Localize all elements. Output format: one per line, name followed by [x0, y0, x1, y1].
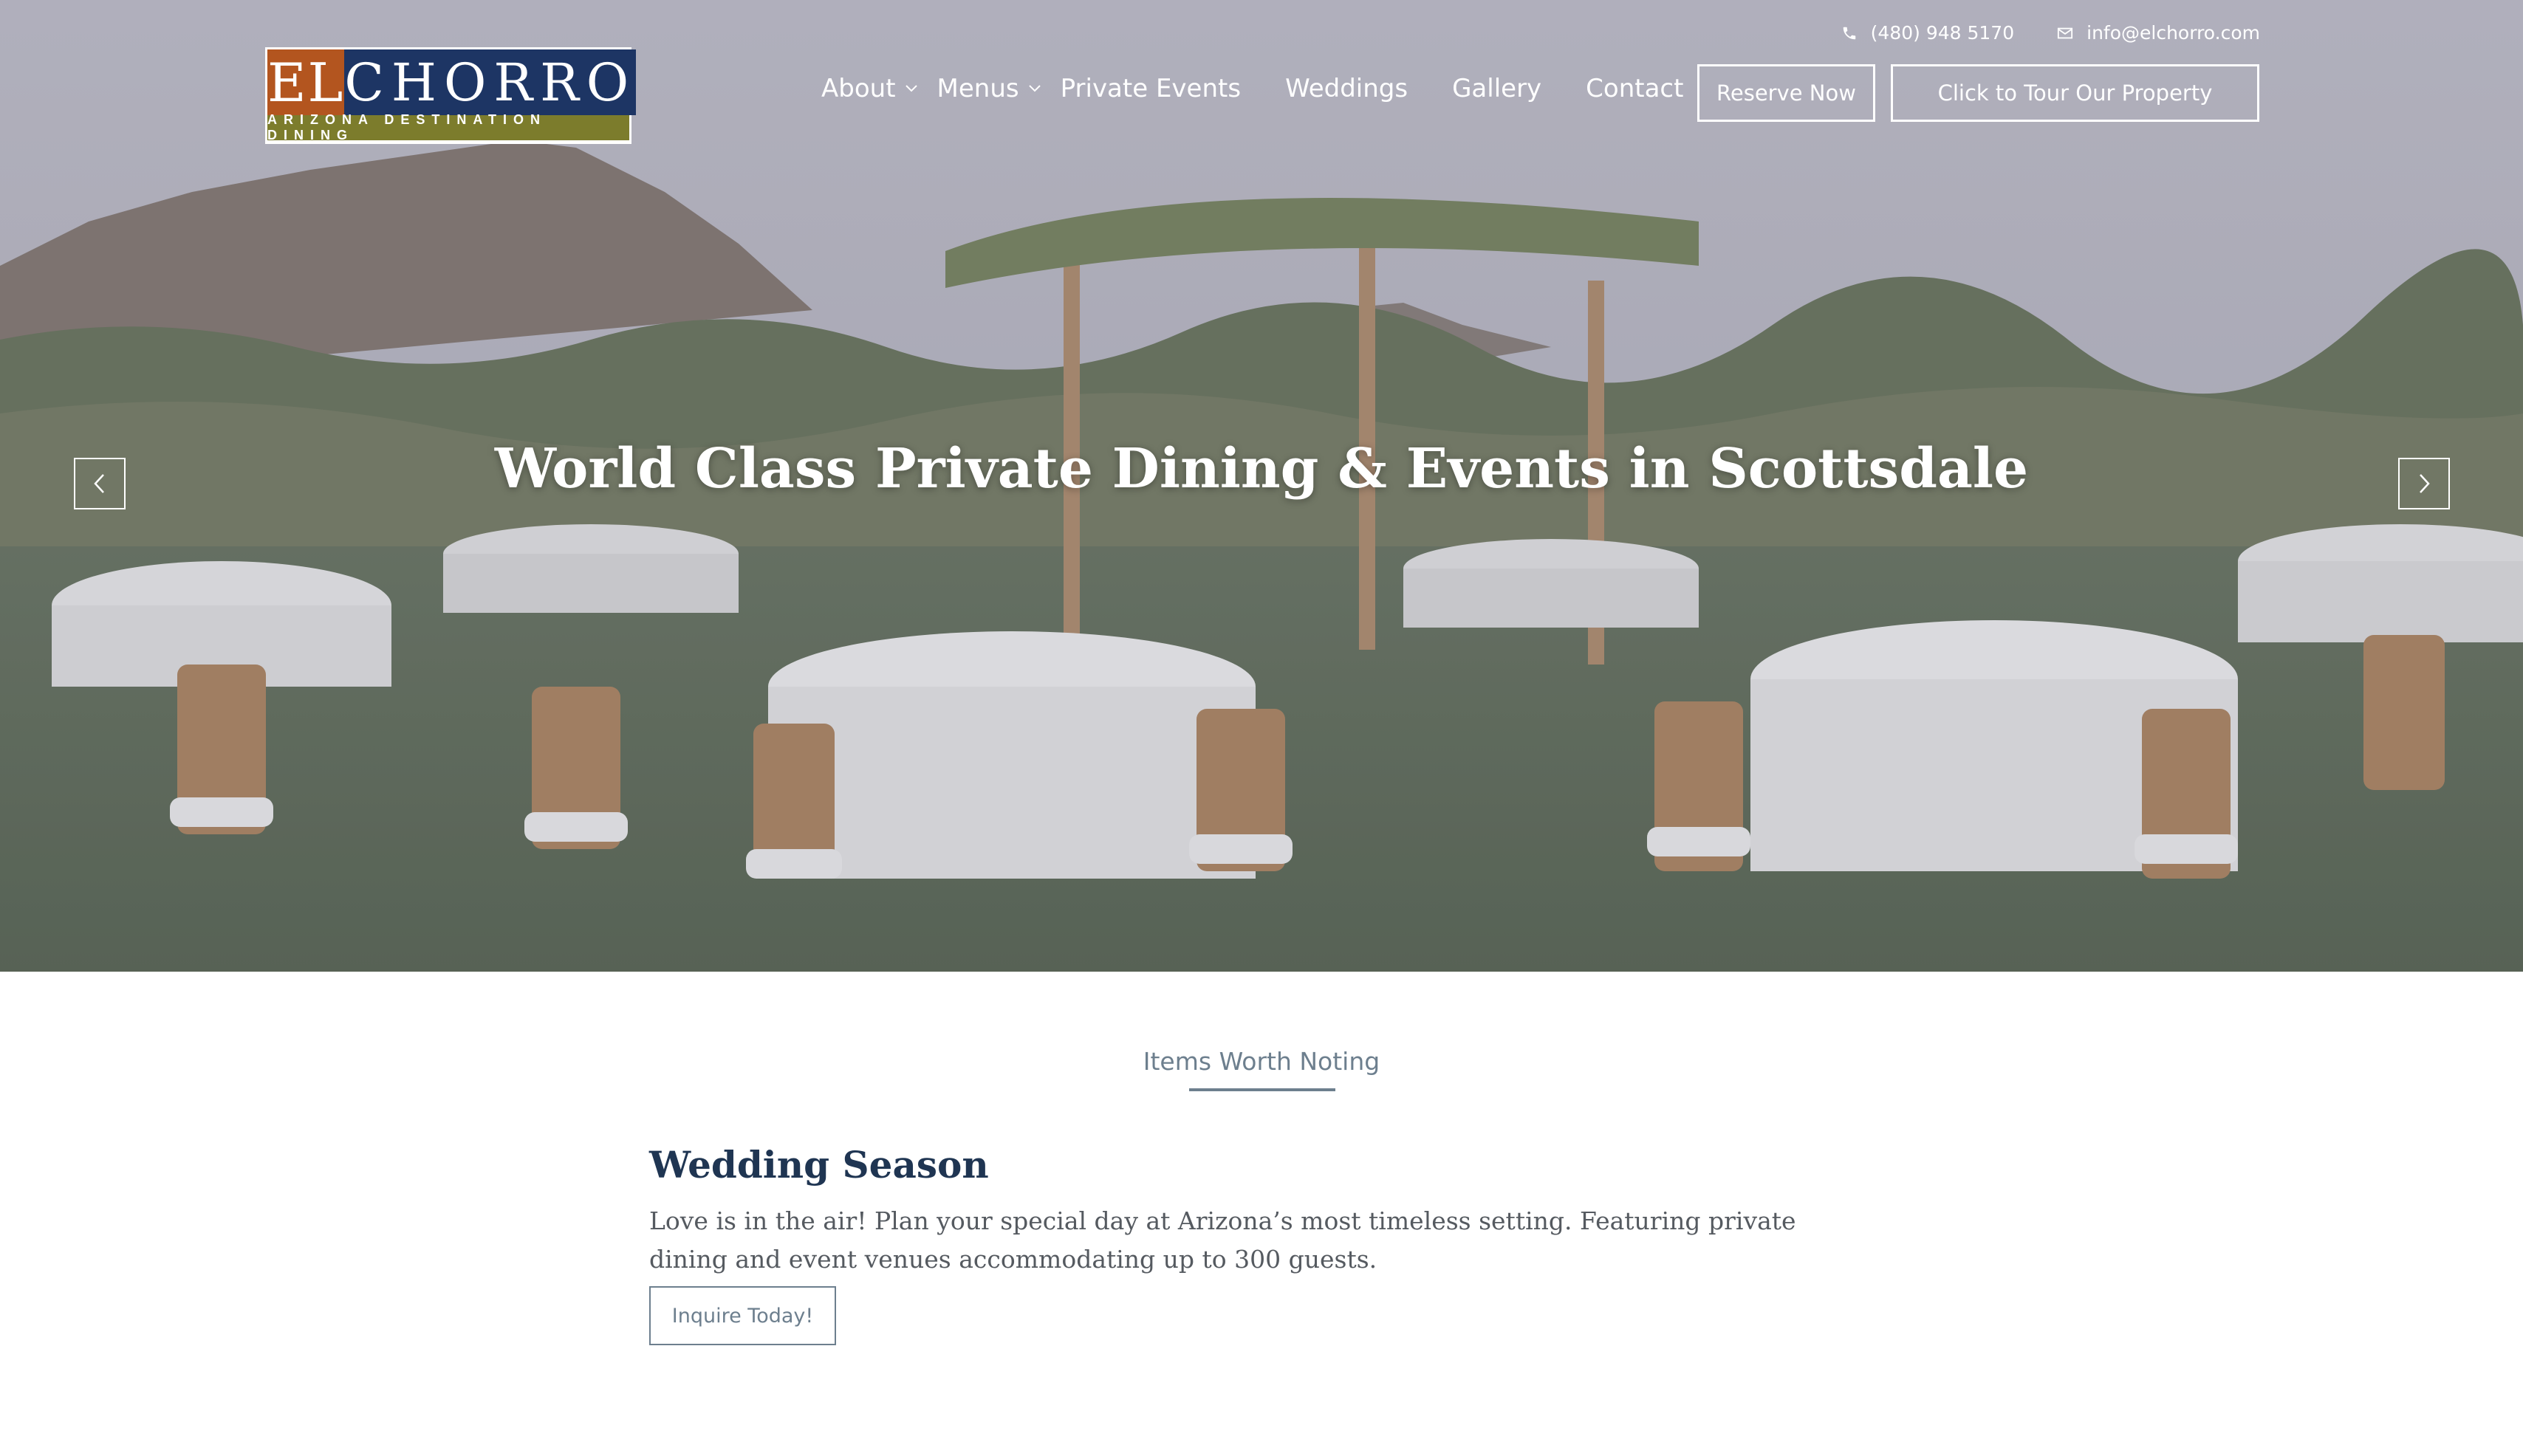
- logo-word-chorro: CHORRO: [344, 49, 637, 115]
- inquire-button[interactable]: Inquire Today!: [649, 1286, 836, 1345]
- chevron-left-icon: [94, 474, 104, 493]
- nav-item-weddings[interactable]: Weddings: [1285, 74, 1408, 103]
- chevron-right-icon: [2420, 474, 2430, 493]
- section-underline: [1189, 1088, 1335, 1091]
- hero-title: World Class Private Dining & Events in S…: [494, 437, 2029, 501]
- slider-next-button[interactable]: [2398, 458, 2450, 509]
- news-title: Wedding Season: [649, 1143, 989, 1187]
- nav-item-label: Weddings: [1285, 74, 1408, 103]
- chevron-down-icon: [905, 85, 917, 92]
- main-nav: About Menus Private Events Weddings Gall…: [821, 74, 1728, 103]
- tour-property-button[interactable]: Click to Tour Our Property: [1891, 64, 2259, 122]
- nav-item-label: Gallery: [1452, 74, 1542, 103]
- section-label: Items Worth Noting: [1143, 1047, 1380, 1076]
- logo-word-el: EL: [267, 49, 345, 115]
- nav-item-menus[interactable]: Menus: [937, 74, 1041, 103]
- logo-tagline: ARIZONA DESTINATION DINING: [267, 112, 629, 142]
- email-link[interactable]: info@elchorro.com: [2057, 22, 2260, 44]
- phone-icon: [1843, 27, 1855, 39]
- phone-link[interactable]: (480) 948 5170: [1841, 22, 2014, 44]
- envelope-icon: [2058, 27, 2073, 38]
- phone-number: (480) 948 5170: [1870, 22, 2015, 44]
- nav-item-label: Private Events: [1060, 74, 1242, 103]
- nav-item-private-events[interactable]: Private Events: [1061, 74, 1241, 103]
- reserve-now-button[interactable]: Reserve Now: [1697, 64, 1875, 122]
- slider-prev-button[interactable]: [74, 458, 126, 509]
- nav-item-label: Menus: [937, 74, 1019, 103]
- nav-item-contact[interactable]: Contact: [1586, 74, 1683, 103]
- nav-item-about[interactable]: About: [821, 74, 918, 103]
- site-logo[interactable]: EL CHORRO ARIZONA DESTINATION DINING: [265, 47, 637, 144]
- chevron-down-icon: [1028, 85, 1041, 92]
- contact-bar: (480) 948 5170 info@elchorro.com: [1841, 22, 2260, 44]
- nav-item-label: Contact: [1586, 74, 1684, 103]
- hero-banner: (480) 948 5170 info@elchorro.com EL CHOR…: [0, 0, 2523, 972]
- news-text: Love is in the air! Plan your special da…: [649, 1206, 1796, 1274]
- nav-item-label: About: [821, 74, 896, 103]
- email-address: info@elchorro.com: [2086, 22, 2260, 44]
- nav-item-gallery[interactable]: Gallery: [1452, 74, 1541, 103]
